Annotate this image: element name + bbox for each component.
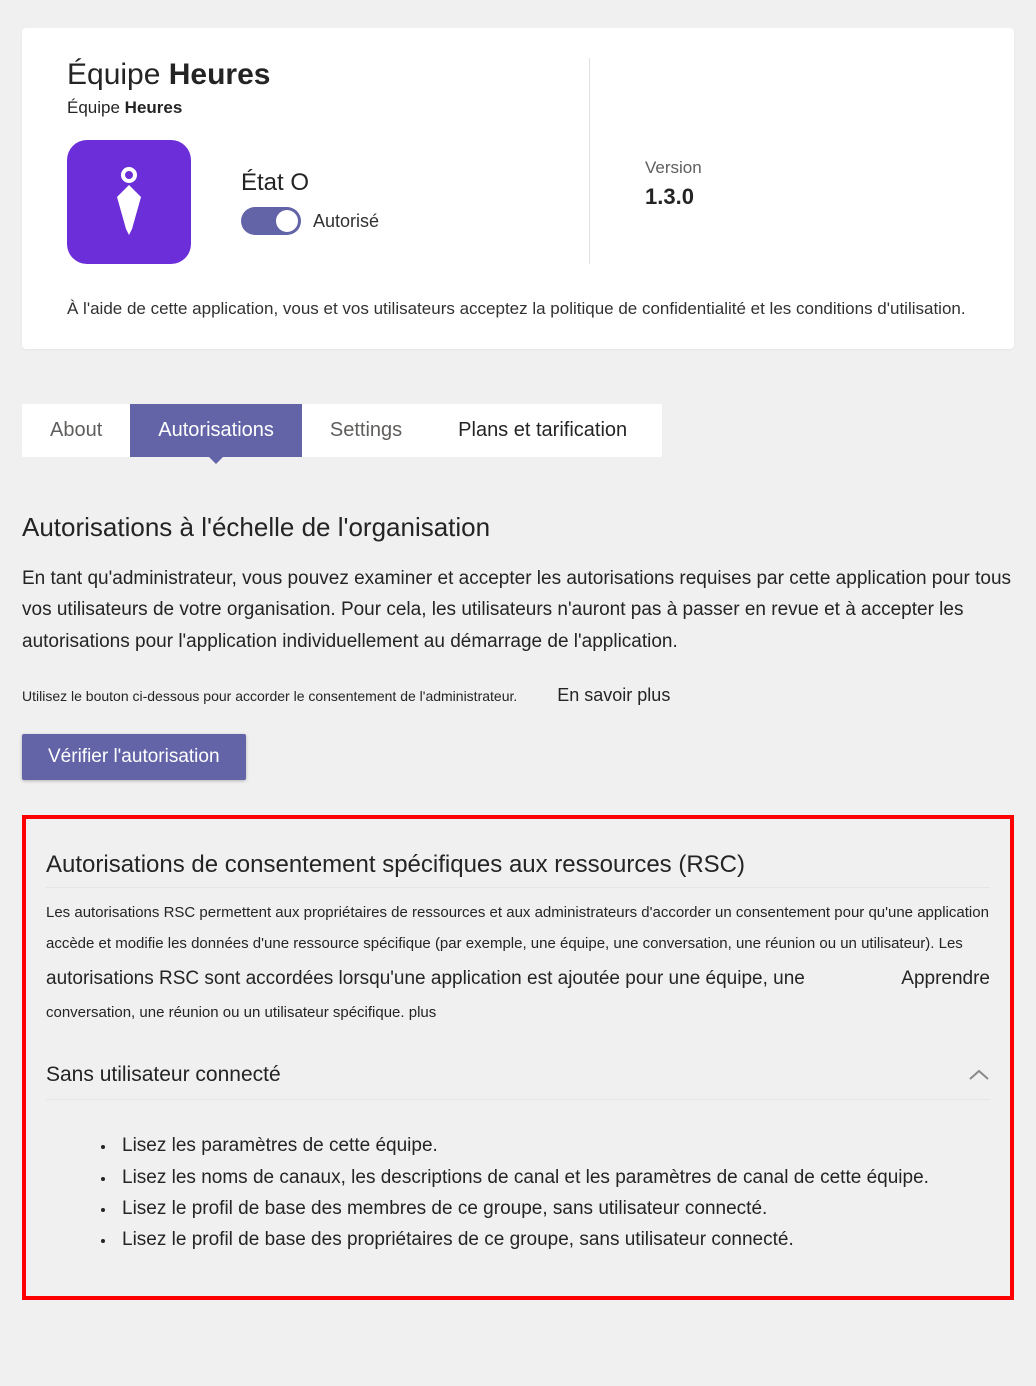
rsc-description: Les autorisations RSC permettent aux pro… <box>46 898 990 1029</box>
tab-plans[interactable]: Plans et tarification <box>430 404 655 457</box>
rsc-desc-big: autorisations RSC sont accordées lorsqu'… <box>46 968 805 989</box>
app-title-bold: Heures <box>169 58 271 91</box>
tab-bar: About Autorisations Settings Plans et ta… <box>22 404 662 457</box>
app-title-prefix: Équipe <box>67 58 169 91</box>
rsc-title: Autorisations de consentement spécifique… <box>46 851 990 888</box>
rsc-collapse-header[interactable]: Sans utilisateur connecté <box>46 1029 990 1100</box>
state-label: État O <box>241 169 379 197</box>
chevron-up-icon <box>968 1068 990 1082</box>
tab-about[interactable]: About <box>22 404 130 457</box>
list-item: Lisez les noms de canaux, les descriptio… <box>116 1162 990 1193</box>
list-item: Lisez le profil de base des propriétaire… <box>116 1224 990 1255</box>
org-section-title: Autorisations à l'échelle de l'organisat… <box>22 512 1014 543</box>
app-title: Équipe Heures <box>67 58 559 92</box>
verify-permission-button[interactable]: Vérifier l'autorisation <box>22 734 246 780</box>
org-section-text: En tant qu'administrateur, vous pouvez e… <box>22 563 1014 657</box>
org-permissions-section: Autorisations à l'échelle de l'organisat… <box>0 457 1036 780</box>
rsc-collapse-title: Sans utilisateur connecté <box>46 1063 281 1087</box>
rsc-desc-part1: Les autorisations RSC permettent aux pro… <box>46 904 989 952</box>
rsc-desc-part2: conversation, une réunion ou un utilisat… <box>46 1004 436 1021</box>
app-icon <box>67 140 191 264</box>
disclaimer-text: À l'aide de cette application, vous et v… <box>67 299 969 319</box>
org-hint: Utilisez le bouton ci-dessous pour accor… <box>22 688 517 704</box>
status-toggle-label: Autorisé <box>313 211 379 232</box>
tab-autorisations[interactable]: Autorisations <box>130 404 302 457</box>
status-toggle[interactable] <box>241 207 301 235</box>
app-subtitle-bold: Heures <box>125 98 183 117</box>
rsc-permission-list: Lisez les paramètres de cette équipe. Li… <box>46 1130 990 1255</box>
version-label: Version <box>645 158 969 178</box>
tie-icon <box>105 167 153 237</box>
org-learn-more-link[interactable]: En savoir plus <box>557 685 670 706</box>
rsc-section: Autorisations de consentement spécifique… <box>22 815 1014 1300</box>
app-subtitle-prefix: Équipe <box>67 98 125 117</box>
app-header-card: Équipe Heures Équipe Heures État O <box>22 28 1014 349</box>
list-item: Lisez le profil de base des membres de c… <box>116 1193 990 1224</box>
tab-settings[interactable]: Settings <box>302 404 430 457</box>
rsc-learn-link[interactable]: Apprendre <box>901 960 990 999</box>
version-value: 1.3.0 <box>645 184 969 210</box>
app-subtitle: Équipe Heures <box>67 98 559 118</box>
list-item: Lisez les paramètres de cette équipe. <box>116 1130 990 1161</box>
